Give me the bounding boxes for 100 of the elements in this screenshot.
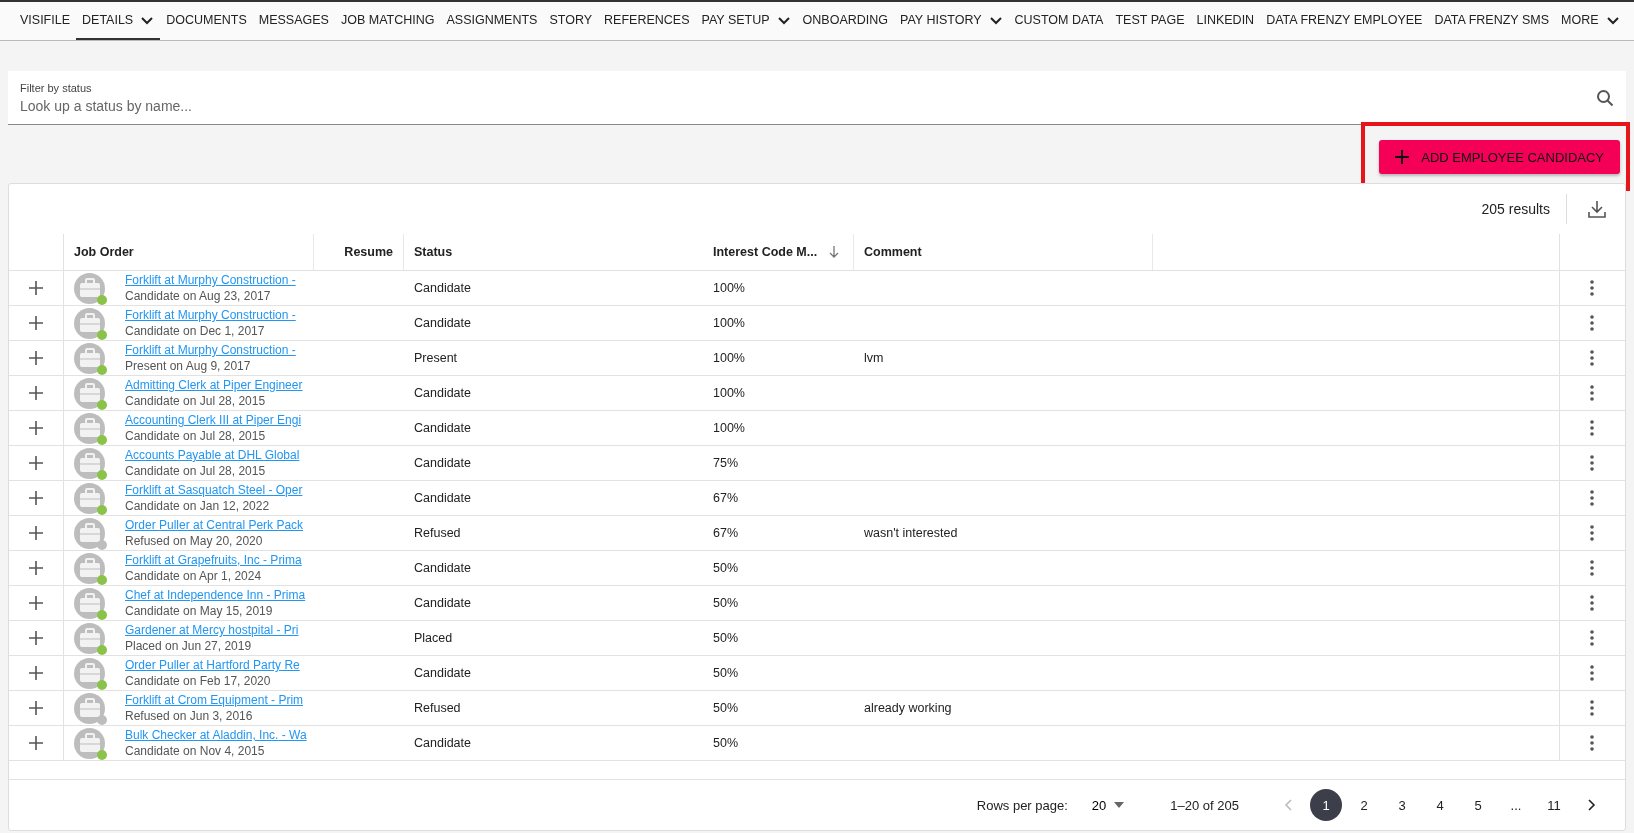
row-menu-button[interactable] [1588,348,1596,368]
nav-tab[interactable]: DATA FRENZY EMPLOYEE [1260,2,1429,40]
row-menu-button[interactable] [1588,418,1596,438]
expand-button[interactable] [26,733,46,753]
chevron-right-icon [1588,799,1596,811]
candidacy-date: Candidate on Dec 1, 2017 [125,324,266,338]
nav-tab[interactable]: STORY [543,2,599,40]
briefcase-icon [78,453,101,473]
rows-per-page-label: Rows per page: [976,797,1068,813]
row-menu-button[interactable] [1588,628,1596,648]
plus-icon [28,525,44,541]
row-menu-button[interactable] [1588,383,1596,403]
expand-button[interactable] [26,453,46,473]
status-search-field[interactable]: Look up a status by name... [20,97,1596,114]
expand-button[interactable] [26,698,46,718]
briefcase-icon [78,523,101,543]
interest-value: 50% [713,631,739,645]
plus-icon [28,315,44,331]
expand-button[interactable] [26,558,46,578]
page-button[interactable]: 2 [1348,789,1380,821]
expand-button[interactable] [26,593,46,613]
expand-button[interactable] [26,278,46,298]
page-button[interactable]: 1 [1310,789,1342,821]
page-button[interactable]: ... [1500,789,1532,821]
nav-tab[interactable]: PAY SETUP [695,2,797,40]
caret-down-icon [1114,802,1125,808]
page-button[interactable]: 5 [1462,789,1494,821]
row-menu-button[interactable] [1588,488,1596,508]
nav-tab[interactable]: MORE [1555,2,1626,40]
column-header[interactable]: Comment [854,234,1153,270]
expand-button[interactable] [26,663,46,683]
nav-tab[interactable]: DATA FRENZY SMS [1428,2,1556,40]
more-vertical-icon [1590,385,1594,401]
row-menu-button[interactable] [1588,453,1596,473]
comment-text: already working [864,701,952,715]
row-menu-button[interactable] [1588,558,1596,578]
plus-icon [28,595,44,611]
nav-tab[interactable]: TEST PAGE [1109,2,1191,40]
status-text: Candidate [414,316,471,330]
more-vertical-icon [1590,525,1594,541]
expand-button[interactable] [26,523,46,543]
filter-field[interactable]: Filter by status Look up a status by name... [8,71,1626,125]
expand-button[interactable] [26,628,46,648]
nav-tab[interactable]: PAY HISTORY [894,2,1009,40]
plus-icon [1395,150,1410,164]
nav-tab[interactable]: LINKEDIN [1190,2,1261,40]
page-button[interactable]: 11 [1538,789,1570,821]
briefcase-icon [78,383,101,403]
nav-tab[interactable]: DETAILS [76,2,161,40]
row-menu-button[interactable] [1588,278,1596,298]
rows-per-page-select[interactable]: 20 [1085,796,1131,814]
row-menu-button[interactable] [1588,698,1596,718]
status-text: Placed [414,631,453,645]
briefcase-icon [78,733,101,753]
nav-tab[interactable]: ONBOARDING [796,2,895,40]
candidacy-date: Candidate on Jan 12, 2022 [125,499,271,513]
column-header[interactable]: Job Order [64,234,314,270]
column-header[interactable]: Status [404,234,703,270]
status-text: Candidate [414,491,471,505]
column-header[interactable]: Interest Code M... [703,234,854,270]
briefcase-icon [78,418,101,438]
nav-tab[interactable]: CUSTOM DATA [1008,2,1110,40]
plus-icon [28,280,44,296]
candidacy-date: Candidate on Jul 28, 2015 [125,464,267,478]
nav-tab[interactable]: JOB MATCHING [334,2,441,40]
expand-button[interactable] [26,313,46,333]
nav-tab[interactable]: MESSAGES [252,2,335,40]
candidacy-date: Candidate on May 15, 2019 [125,604,274,618]
plus-icon [28,560,44,576]
expand-button[interactable] [26,383,46,403]
row-menu-button[interactable] [1588,313,1596,333]
row-menu-button[interactable] [1588,523,1596,543]
briefcase-icon [78,663,101,683]
row-menu-button[interactable] [1588,663,1596,683]
chevron-down-icon [776,14,791,26]
nav-tab[interactable]: DOCUMENTS [160,2,253,40]
briefcase-icon [78,313,101,333]
page-range: 1–20 of 205 [1170,797,1239,813]
candidacy-date: Candidate on Jul 28, 2015 [125,429,267,443]
column-header[interactable]: Resume [314,234,404,270]
nav-tab[interactable]: REFERENCES [598,2,696,40]
page-button[interactable]: 4 [1424,789,1456,821]
plus-icon [28,490,44,506]
page-button[interactable]: 3 [1386,789,1418,821]
more-vertical-icon [1590,280,1594,296]
field-label: Filter by status [20,81,93,94]
row-menu-button[interactable] [1588,593,1596,613]
status-text: Candidate [414,596,471,610]
candidacy-date: Candidate on Feb 17, 2020 [125,674,272,688]
status-text: Candidate [414,456,471,470]
comment-text: lvm [864,351,884,365]
plus-icon [28,700,44,716]
nav-tab[interactable]: ASSIGNMENTS [440,2,544,40]
expand-button[interactable] [26,488,46,508]
row-menu-button[interactable] [1588,733,1596,753]
add-button[interactable]: ADD EMPLOYEE CANDIDACY [1379,140,1620,174]
nav-tab[interactable]: VISIFILE [14,2,77,40]
expand-button[interactable] [26,348,46,368]
expand-button[interactable] [26,418,46,438]
status-text: Candidate [414,666,471,680]
